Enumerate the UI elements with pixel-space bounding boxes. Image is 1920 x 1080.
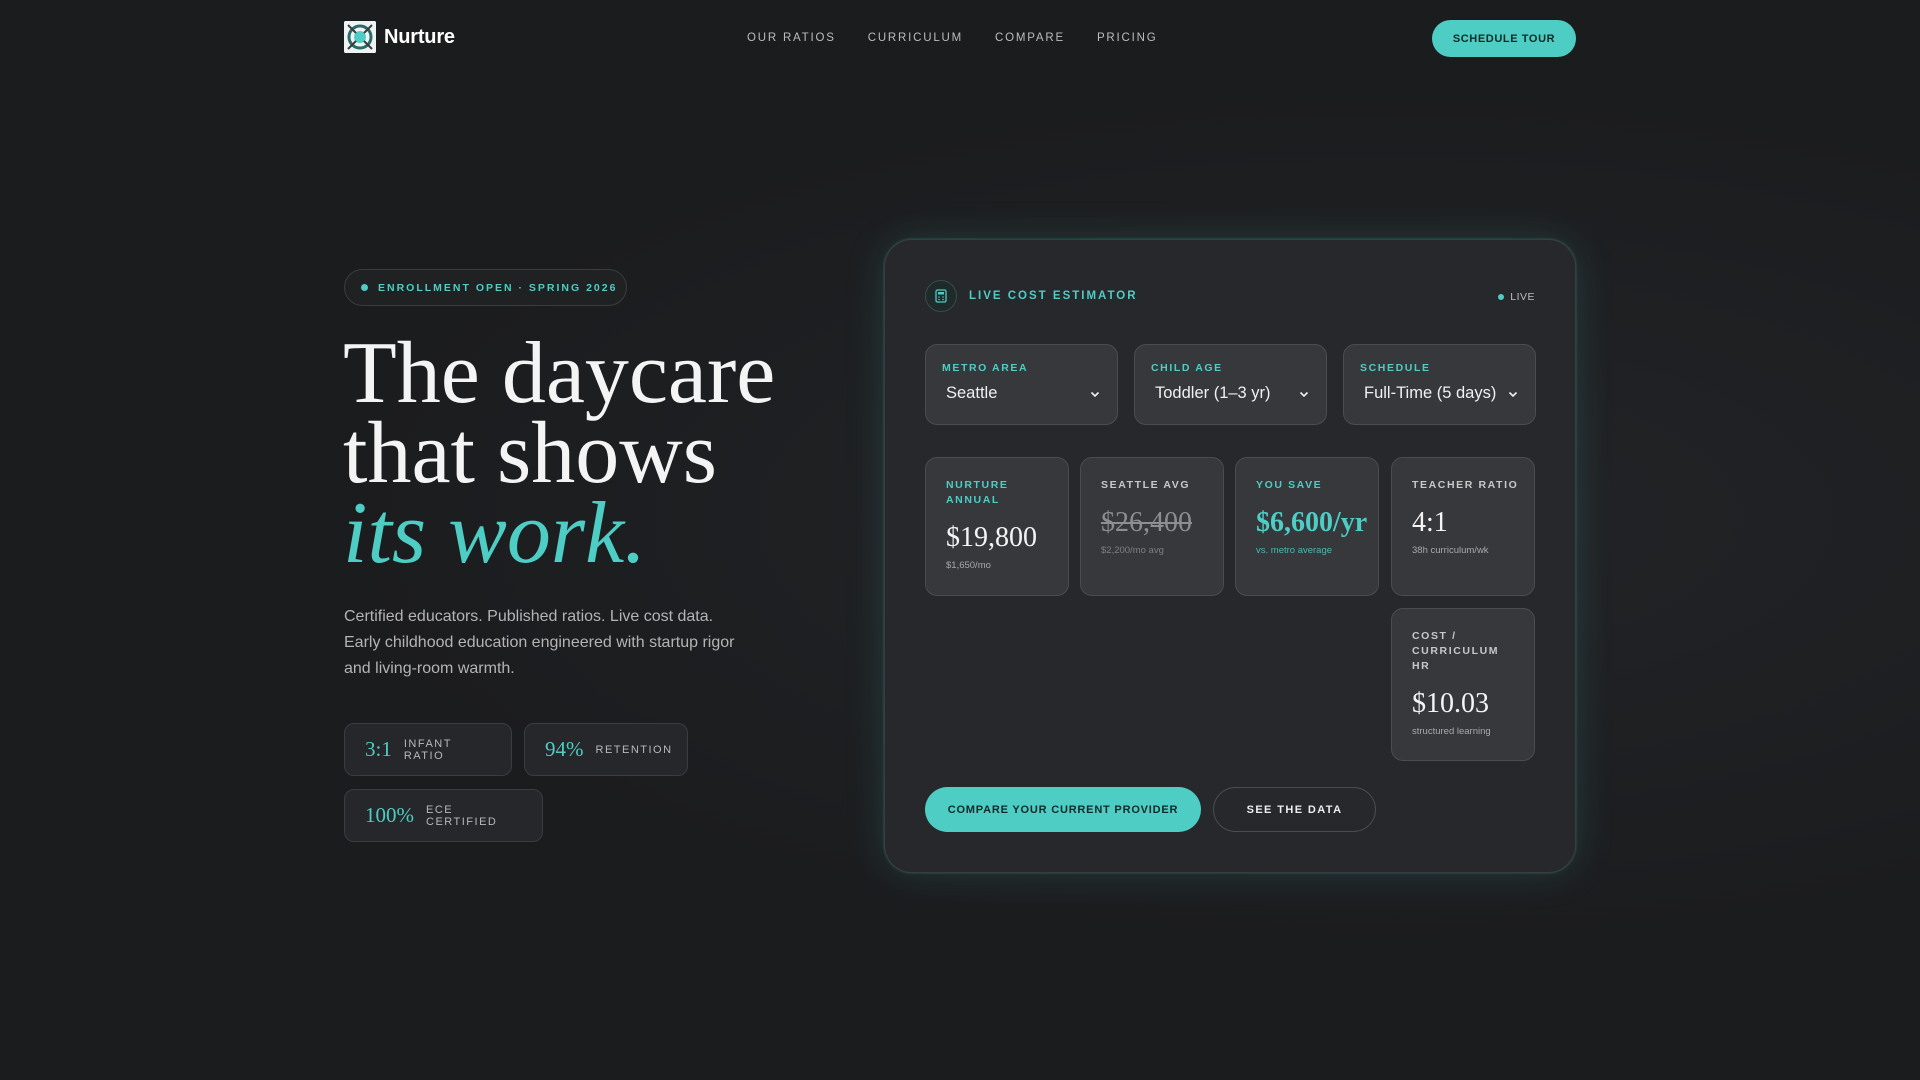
metric-teacher-ratio: TEACHER RATIO 4:1 38h curriculum/wk [1391,457,1535,596]
hero-subcopy: Certified educators. Published ratios. L… [344,608,735,677]
nav-links: OUR RATIOS CURRICULUM COMPARE PRICING [747,32,1157,44]
select-label: SCHEDULE [1360,362,1431,374]
logo-mark-icon [344,21,376,53]
stat-ece-certified: 100% ECE CERTIFIED [344,789,543,842]
brand-logo[interactable]: Nurture [344,21,455,53]
metric-value: 4:1 [1412,507,1448,538]
top-navbar: Nurture OUR RATIOS CURRICULUM COMPARE PR… [0,0,1920,76]
nav-link-curriculum[interactable]: CURRICULUM [868,32,963,44]
nav-link-our-ratios[interactable]: OUR RATIOS [747,32,836,44]
compare-provider-button[interactable]: COMPARE YOUR CURRENT PROVIDER [925,787,1201,832]
metric-value: $26,400 [1101,507,1192,538]
metro-area-select[interactable]: METRO AREA Seattle [925,344,1118,425]
calculator-icon [925,280,957,312]
stat-value: 3:1 [365,737,392,761]
metric-label: COST / CURRICULUM HR [1412,630,1500,672]
select-value: Toddler (1–3 yr) [1155,384,1271,402]
select-label: METRO AREA [942,362,1029,374]
select-value-row: Seattle [942,384,1101,403]
metric-cost-per-curriculum-hr: COST / CURRICULUM HR $10.03 structured l… [1391,608,1535,761]
schedule-select[interactable]: SCHEDULE Full-Time (5 days) [1343,344,1536,425]
metric-value: $6,600/yr [1256,507,1368,538]
stat-label: RETENTION [595,743,673,756]
estimator-title: LIVE COST ESTIMATOR [969,290,1138,302]
hero-headline: The daycare that shows its work. [343,325,863,582]
schedule-tour-button[interactable]: SCHEDULE TOUR [1432,20,1576,57]
enrollment-badge: ENROLLMENT OPEN · SPRING 2026 [344,269,627,306]
metric-label: NURTURE ANNUAL [946,479,1009,506]
headline-line-2: that shows [343,405,717,502]
stat-value: 100% [365,803,414,827]
metric-label: YOU SAVE [1256,479,1323,491]
stat-infant-ratio: 3:1 INFANT RATIO [344,723,512,776]
metric-sub: $2,200/mo avg [1101,545,1164,556]
metric-value: $10.03 [1412,688,1489,719]
enrollment-badge-text: ENROLLMENT OPEN · SPRING 2026 [378,281,618,294]
status-dot-icon [361,284,368,291]
stat-value: 94% [545,737,584,761]
select-value: Full-Time (5 days) [1364,384,1497,402]
chevron-down-icon [1299,391,1309,397]
chevron-down-icon [1090,391,1100,397]
stat-label: ECE CERTIFIED [426,803,498,828]
metric-label: TEACHER RATIO [1412,479,1519,491]
live-indicator: LIVE [1498,291,1535,303]
stat-retention: 94% RETENTION [524,723,688,776]
brand-name: Nurture [384,25,455,48]
metric-sub: $1,650/mo [946,560,991,571]
chevron-down-icon [1508,391,1518,397]
select-value-row: Toddler (1–3 yr) [1151,384,1310,403]
select-label: CHILD AGE [1151,362,1223,374]
nav-link-compare[interactable]: COMPARE [995,32,1065,44]
headline-accent: its work. [343,485,647,582]
select-value-row: Full-Time (5 days) [1360,384,1519,403]
estimator-header: LIVE COST ESTIMATOR [925,280,1138,312]
metric-value: $19,800 [946,522,1037,553]
metric-sub: structured learning [1412,726,1491,737]
metric-seattle-avg: SEATTLE AVG $26,400 $2,200/mo avg [1080,457,1224,596]
select-value: Seattle [946,384,998,402]
live-dot-icon [1498,294,1505,300]
cost-estimator-card: LIVE COST ESTIMATOR LIVE METRO AREA Seat… [884,239,1576,873]
live-label: LIVE [1510,291,1535,303]
see-the-data-button[interactable]: SEE THE DATA [1213,787,1376,832]
metric-nurture-annual: NURTURE ANNUAL $19,800 $1,650/mo [925,457,1069,596]
metric-sub: 38h curriculum/wk [1412,545,1489,556]
metric-label: SEATTLE AVG [1101,479,1191,491]
child-age-select[interactable]: CHILD AGE Toddler (1–3 yr) [1134,344,1327,425]
stat-label: INFANT RATIO [403,737,452,762]
headline-line-1: The daycare [343,325,776,422]
metric-sub: vs. metro average [1256,545,1333,556]
nav-link-pricing[interactable]: PRICING [1097,32,1158,44]
metric-you-save: YOU SAVE $6,600/yr vs. metro average [1235,457,1379,596]
